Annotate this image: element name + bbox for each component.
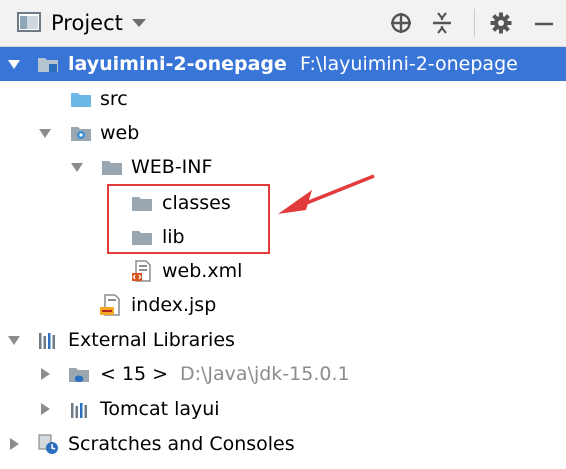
tree-row-external-libraries[interactable]: External Libraries xyxy=(0,323,566,357)
tree-row-web[interactable]: web xyxy=(0,116,566,150)
collapsed-arrow-icon[interactable] xyxy=(38,367,52,381)
source-folder-icon xyxy=(71,93,91,107)
tree-row-src[interactable]: src xyxy=(0,82,566,116)
scratches-label: Scratches and Consoles xyxy=(68,433,295,455)
libraries-icon xyxy=(39,333,55,349)
collapse-all-icon[interactable] xyxy=(430,11,454,35)
project-tool-window-header: Project xyxy=(0,0,566,47)
collapsed-arrow-icon[interactable] xyxy=(7,437,21,451)
tree-row-tomcat[interactable]: Tomcat layui xyxy=(0,392,566,426)
dropdown-caret-icon[interactable] xyxy=(131,18,147,28)
project-window-icon xyxy=(17,12,41,32)
expanded-arrow-icon[interactable] xyxy=(38,126,52,140)
tree-row-index-jsp[interactable]: index.jsp xyxy=(0,288,566,322)
xml-file-icon xyxy=(132,260,151,282)
tree-row-scratches[interactable]: Scratches and Consoles xyxy=(0,427,566,461)
library-icon xyxy=(71,403,87,418)
jsp-file-icon xyxy=(100,294,120,316)
project-root-path: F:\layuimini-2-onepage xyxy=(300,53,518,75)
minimize-icon[interactable] xyxy=(532,11,556,35)
header-separator xyxy=(474,9,475,37)
tree-row-project-root[interactable]: layuimini-2-onepage F:\layuimini-2-onepa… xyxy=(0,47,566,81)
external-libraries-label: External Libraries xyxy=(68,329,235,351)
tree-row-lib[interactable]: lib xyxy=(0,220,566,254)
index-jsp-label: index.jsp xyxy=(131,294,217,316)
src-label: src xyxy=(100,88,128,110)
gear-icon[interactable] xyxy=(489,11,513,35)
module-folder-icon xyxy=(38,58,58,72)
web-folder-icon xyxy=(71,127,91,141)
jdk-label: < 15 > xyxy=(100,363,169,385)
project-root-label: layuimini-2-onepage xyxy=(68,53,287,75)
annotation-arrow-icon xyxy=(278,174,375,214)
expanded-arrow-icon[interactable] xyxy=(7,57,21,71)
web-xml-label: web.xml xyxy=(162,260,243,282)
tree-row-jdk[interactable]: < 15 > D:\Java\jdk-15.0.1 xyxy=(0,357,566,391)
tree-row-web-xml[interactable]: web.xml xyxy=(0,254,566,288)
jdk-path: D:\Java\jdk-15.0.1 xyxy=(180,363,350,385)
web-label: web xyxy=(100,122,140,144)
locate-icon[interactable] xyxy=(389,11,413,35)
jdk-folder-icon xyxy=(69,368,89,382)
collapsed-arrow-icon[interactable] xyxy=(38,402,52,416)
expanded-arrow-icon[interactable] xyxy=(70,160,84,174)
web-inf-label: WEB-INF xyxy=(131,156,213,178)
expanded-arrow-icon[interactable] xyxy=(7,333,21,347)
tomcat-label: Tomcat layui xyxy=(100,398,220,420)
annotation-highlight-box xyxy=(107,184,270,254)
scratches-icon xyxy=(38,434,58,454)
tool-window-title[interactable]: Project xyxy=(51,10,123,36)
folder-icon xyxy=(102,161,122,175)
